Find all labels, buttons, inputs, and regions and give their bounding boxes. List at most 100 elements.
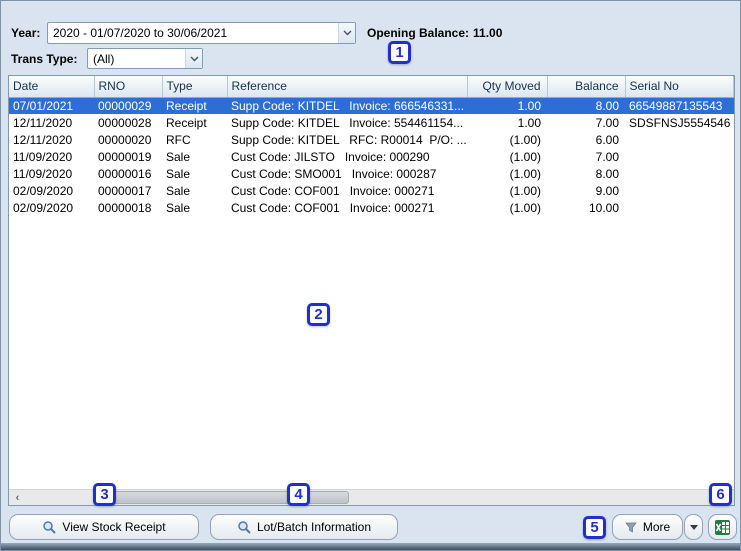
table-row[interactable]: 02/09/202000000018SaleCust Code: COF001 … <box>9 199 734 216</box>
cell-rno: 00000020 <box>94 131 162 148</box>
cell-type: Sale <box>162 182 227 199</box>
cell-rno: 00000018 <box>94 199 162 216</box>
view-stock-receipt-label: View Stock Receipt <box>62 520 165 534</box>
table-row[interactable]: 12/11/202000000028ReceiptSupp Code: KITD… <box>9 114 734 131</box>
cell-qty: 1.00 <box>467 97 547 114</box>
cell-reference: Cust Code: COF001 Invoice: 000271 <box>227 199 467 216</box>
cell-balance: 8.00 <box>547 97 625 114</box>
cell-balance: 10.00 <box>547 199 625 216</box>
export-excel-button[interactable] <box>708 514 737 540</box>
column-header-rno[interactable]: RNO <box>94 76 162 97</box>
cell-serial <box>625 165 734 182</box>
cell-type: Receipt <box>162 97 227 114</box>
callout-badge-4: 4 <box>287 483 310 506</box>
column-header-qty-moved[interactable]: Qty Moved <box>467 76 547 97</box>
column-header-reference[interactable]: Reference <box>227 76 467 97</box>
cell-rno: 00000028 <box>94 114 162 131</box>
view-stock-receipt-button[interactable]: View Stock Receipt <box>9 514 199 540</box>
cell-type: Sale <box>162 148 227 165</box>
callout-badge-5: 5 <box>583 516 606 539</box>
cell-date: 11/09/2020 <box>9 148 94 165</box>
cell-qty: (1.00) <box>467 148 547 165</box>
cell-reference: Cust Code: JILSTO Invoice: 000290 <box>227 148 467 165</box>
table-row[interactable]: 11/09/202000000016SaleCust Code: SMO001 … <box>9 165 734 182</box>
cell-date: 11/09/2020 <box>9 165 94 182</box>
cell-reference: Cust Code: SMO001 Invoice: 000287 <box>227 165 467 182</box>
cell-serial <box>625 148 734 165</box>
opening-balance: Opening Balance: 11.00 <box>367 26 506 40</box>
cell-rno: 00000017 <box>94 182 162 199</box>
cell-qty: 1.00 <box>467 114 547 131</box>
cell-balance: 7.00 <box>547 148 625 165</box>
cell-type: Sale <box>162 165 227 182</box>
cell-type: RFC <box>162 131 227 148</box>
trans-type-label: Trans Type: <box>11 52 77 66</box>
year-dropdown-value: 2020 - 01/07/2020 to 30/06/2021 <box>53 26 338 40</box>
excel-export-icon <box>714 519 731 536</box>
cell-serial <box>625 199 734 216</box>
cell-rno: 00000016 <box>94 165 162 182</box>
column-header-type[interactable]: Type <box>162 76 227 97</box>
table-row[interactable]: 07/01/202100000029ReceiptSupp Code: KITD… <box>9 97 734 114</box>
stock-transactions-panel: Year: 2020 - 01/07/2020 to 30/06/2021 Op… <box>0 0 741 551</box>
cell-date: 07/01/2021 <box>9 97 94 114</box>
cell-date: 12/11/2020 <box>9 114 94 131</box>
trans-type-dropdown[interactable]: (All) <box>87 48 203 69</box>
cell-date: 02/09/2020 <box>9 182 94 199</box>
horizontal-scrollbar[interactable]: ‹ › <box>9 489 734 505</box>
dropdown-triangle-icon <box>690 525 698 530</box>
callout-badge-3: 3 <box>93 483 116 506</box>
cell-reference: Cust Code: COF001 Invoice: 000271 <box>227 182 467 199</box>
more-button[interactable]: More <box>612 514 683 540</box>
table-body: 07/01/202100000029ReceiptSupp Code: KITD… <box>9 97 734 216</box>
window-bottom-edge <box>1 543 740 550</box>
table-row[interactable]: 12/11/202000000020RFCSupp Code: KITDEL R… <box>9 131 734 148</box>
chevron-down-icon <box>185 49 202 68</box>
lot-batch-information-button[interactable]: Lot/Batch Information <box>210 514 398 540</box>
scrollbar-thumb[interactable] <box>102 491 349 504</box>
cell-serial: 66549887135543 <box>625 97 734 114</box>
column-header-date[interactable]: Date <box>9 76 94 97</box>
callout-badge-1: 1 <box>388 41 411 64</box>
table-header-row: Date RNO Type Reference Qty Moved Balanc… <box>9 76 734 97</box>
cell-serial <box>625 131 734 148</box>
cell-reference: Supp Code: KITDEL Invoice: 666546331... <box>227 97 467 114</box>
magnifier-icon <box>42 520 56 534</box>
cell-qty: (1.00) <box>467 165 547 182</box>
cell-date: 02/09/2020 <box>9 199 94 216</box>
cell-qty: (1.00) <box>467 199 547 216</box>
more-dropdown-button[interactable] <box>684 514 703 540</box>
cell-qty: (1.00) <box>467 182 547 199</box>
cell-date: 12/11/2020 <box>9 131 94 148</box>
cell-balance: 8.00 <box>547 165 625 182</box>
column-header-balance[interactable]: Balance <box>547 76 625 97</box>
scroll-left-icon[interactable]: ‹ <box>9 490 26 505</box>
lot-batch-information-label: Lot/Batch Information <box>257 520 371 534</box>
more-label: More <box>643 520 670 534</box>
cell-balance: 7.00 <box>547 114 625 131</box>
cell-serial: SDSFNSJ5554546 <box>625 114 734 131</box>
cell-serial <box>625 182 734 199</box>
opening-balance-label: Opening Balance: <box>367 26 469 40</box>
cell-rno: 00000029 <box>94 97 162 114</box>
opening-balance-value: 11.00 <box>473 26 502 40</box>
filter-funnel-icon <box>625 522 637 533</box>
cell-balance: 9.00 <box>547 182 625 199</box>
table-row[interactable]: 11/09/202000000019SaleCust Code: JILSTO … <box>9 148 734 165</box>
year-label: Year: <box>11 26 40 40</box>
table-row[interactable]: 02/09/202000000017SaleCust Code: COF001 … <box>9 182 734 199</box>
cell-reference: Supp Code: KITDEL Invoice: 554461154... <box>227 114 467 131</box>
callout-badge-2: 2 <box>307 303 330 326</box>
transactions-table: Date RNO Type Reference Qty Moved Balanc… <box>9 76 734 216</box>
transactions-grid: Date RNO Type Reference Qty Moved Balanc… <box>8 75 735 506</box>
year-dropdown[interactable]: 2020 - 01/07/2020 to 30/06/2021 <box>47 22 356 44</box>
magnifier-icon <box>237 520 251 534</box>
cell-type: Sale <box>162 199 227 216</box>
cell-qty: (1.00) <box>467 131 547 148</box>
column-header-serial-no[interactable]: Serial No <box>625 76 734 97</box>
cell-rno: 00000019 <box>94 148 162 165</box>
cell-balance: 6.00 <box>547 131 625 148</box>
chevron-down-icon <box>338 23 355 43</box>
callout-badge-6: 6 <box>709 483 732 506</box>
cell-reference: Supp Code: KITDEL RFC: R00014 P/O: ... <box>227 131 467 148</box>
